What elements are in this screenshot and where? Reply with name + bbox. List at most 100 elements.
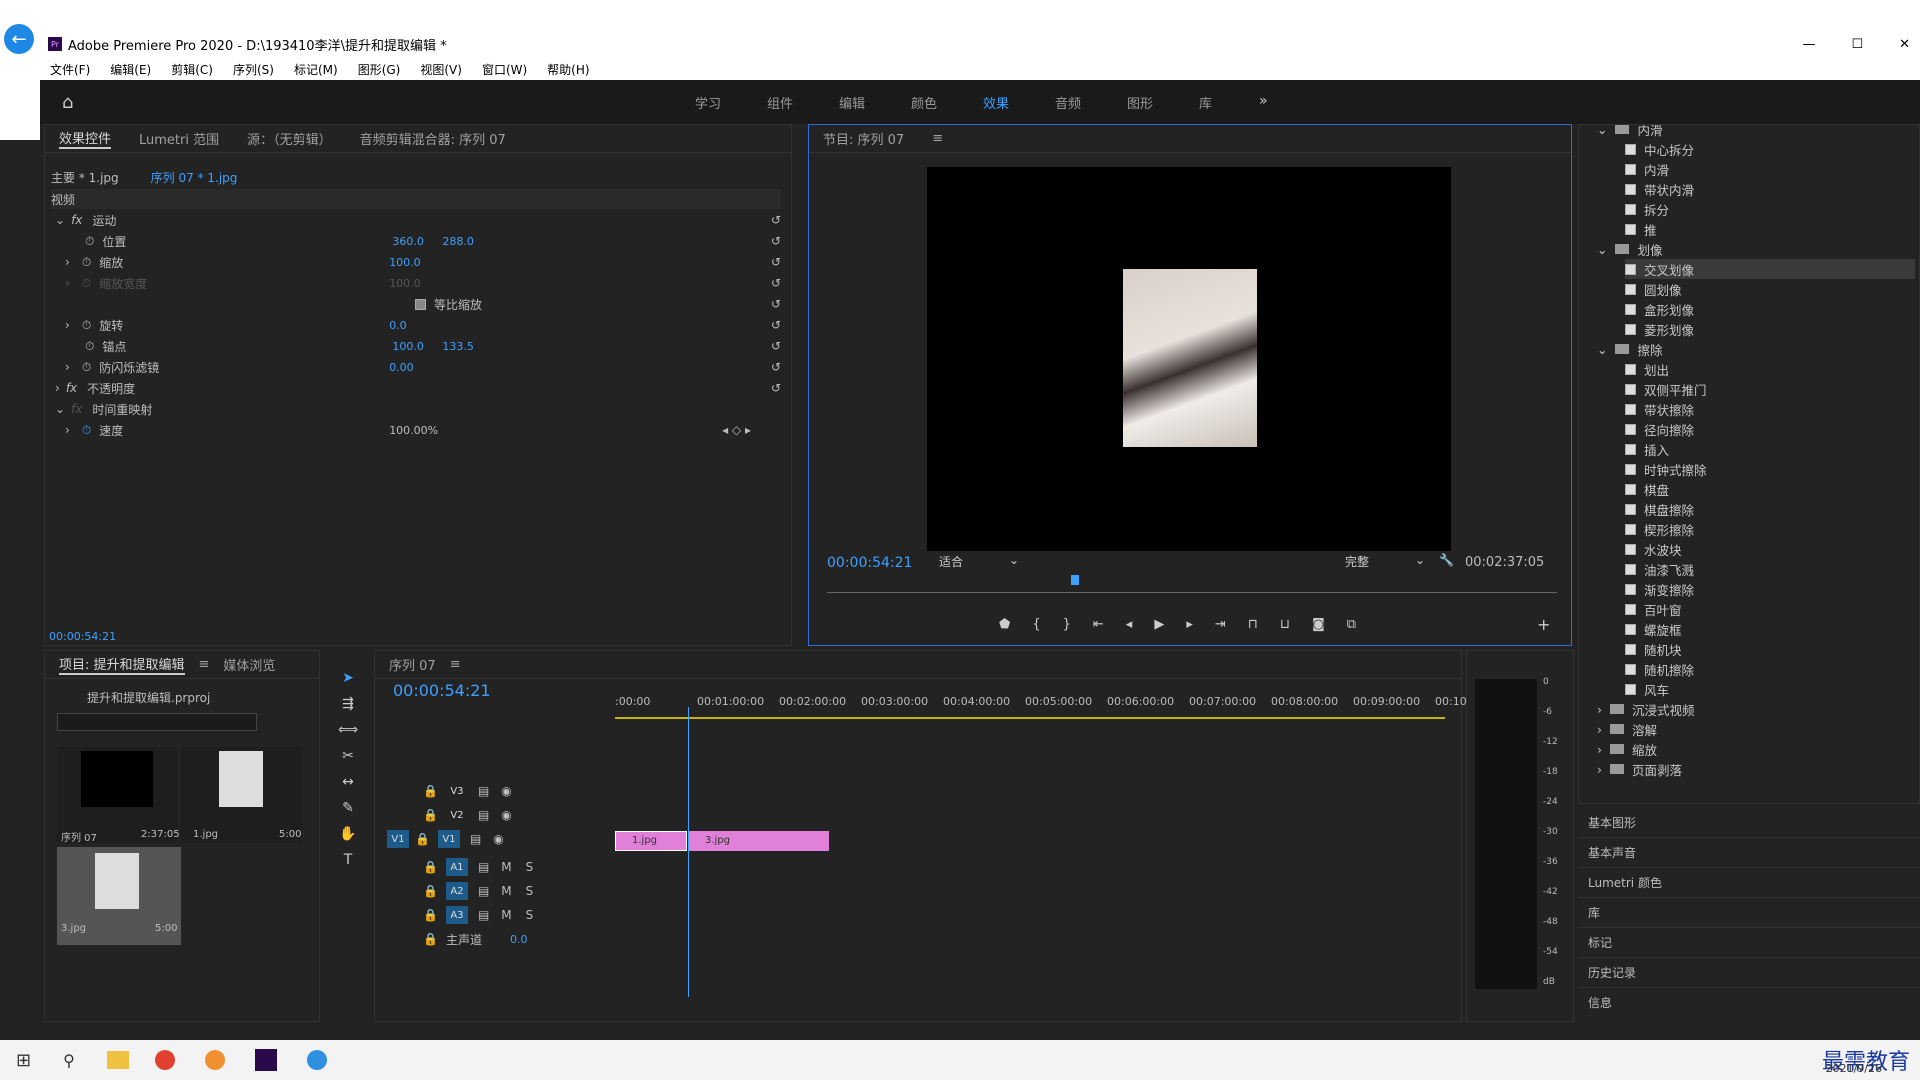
more-workspaces-icon[interactable]: »: [1259, 93, 1268, 112]
ws-editing[interactable]: 编辑: [839, 93, 911, 112]
ws-color[interactable]: 颜色: [911, 93, 983, 112]
position-y[interactable]: 288.0: [442, 235, 474, 248]
panel-lumetri-color[interactable]: Lumetri 颜色: [1578, 868, 1920, 898]
effect-item[interactable]: 带状内滑: [1625, 179, 1915, 199]
tab-project[interactable]: 项目: 提升和提取编辑: [59, 654, 185, 675]
program-timeline-scrubber[interactable]: [827, 579, 1557, 593]
effect-item[interactable]: 棋盘: [1625, 479, 1915, 499]
reset-icon[interactable]: ↺: [771, 213, 781, 227]
selection-tool-icon[interactable]: ➤: [342, 670, 354, 686]
menu-edit[interactable]: 编辑(E): [110, 61, 151, 78]
clip-3jpg[interactable]: 3.jpg: [689, 831, 829, 851]
effect-folder[interactable]: › 缩放: [1597, 739, 1657, 759]
menu-file[interactable]: 文件(F): [50, 61, 90, 78]
reset-icon[interactable]: ↺: [771, 381, 781, 395]
chrome-icon[interactable]: [154, 1050, 175, 1070]
scale-value[interactable]: 100.0: [389, 256, 421, 269]
panel-essential-graphics[interactable]: 基本图形: [1578, 808, 1920, 838]
program-current-time[interactable]: 00:00:54:21: [827, 555, 912, 571]
effect-item[interactable]: 双侧平推门: [1625, 379, 1915, 399]
file-explorer-icon[interactable]: [106, 1051, 129, 1069]
effect-item[interactable]: 棋盘擦除: [1625, 499, 1915, 519]
step-forward-icon[interactable]: ▸: [1186, 617, 1193, 632]
menu-clip[interactable]: 剪辑(C): [171, 61, 213, 78]
track-a2[interactable]: A2: [445, 882, 468, 900]
effect-item[interactable]: 随机块: [1625, 639, 1915, 659]
panel-menu-icon[interactable]: ≡: [450, 657, 461, 672]
mark-in-icon[interactable]: {: [1032, 617, 1040, 632]
effect-item[interactable]: 油漆飞溅: [1625, 559, 1915, 579]
stopwatch-icon[interactable]: ⏱: [85, 234, 94, 249]
pen-tool-icon[interactable]: ✎: [342, 800, 354, 816]
effect-folder[interactable]: ⌄ 划像: [1597, 239, 1663, 259]
reset-icon[interactable]: ↺: [771, 255, 781, 269]
effect-item[interactable]: 螺旋框: [1625, 619, 1915, 639]
step-back-icon[interactable]: ◂: [1126, 617, 1133, 632]
tab-audio-mixer[interactable]: 音频剪辑混合器: 序列 07: [360, 129, 506, 148]
ws-effects[interactable]: 效果: [983, 93, 1055, 112]
tab-effect-controls[interactable]: 效果控件: [59, 128, 112, 149]
effect-item[interactable]: 径向擦除: [1625, 419, 1915, 439]
panel-essential-sound[interactable]: 基本声音: [1578, 838, 1920, 868]
effect-item[interactable]: 菱形划像: [1625, 319, 1915, 339]
reset-icon[interactable]: ↺: [771, 318, 781, 332]
stopwatch-icon[interactable]: ⏱: [82, 360, 91, 375]
effect-item[interactable]: 水波块: [1625, 539, 1915, 559]
menu-window[interactable]: 窗口(W): [482, 61, 527, 78]
hand-tool-icon[interactable]: ✋: [339, 826, 356, 842]
track-select-tool-icon[interactable]: ⇶: [342, 696, 354, 712]
anchor-x[interactable]: 100.0: [392, 340, 442, 353]
add-button-icon[interactable]: +: [1537, 615, 1550, 634]
rotation-value[interactable]: 0.0: [389, 319, 407, 332]
effect-item[interactable]: 楔形擦除: [1625, 519, 1915, 539]
playhead-marker[interactable]: [1071, 575, 1079, 585]
reset-icon[interactable]: ↺: [771, 339, 781, 353]
speed-value[interactable]: 100.00%: [389, 424, 438, 437]
quality-dropdown[interactable]: 完整 ⌄: [1345, 553, 1425, 571]
maximize-icon[interactable]: ☐: [1851, 37, 1863, 52]
effect-item[interactable]: 推: [1625, 219, 1915, 239]
track-a1[interactable]: A1: [445, 858, 468, 876]
fit-dropdown[interactable]: 适合 ⌄: [939, 553, 1019, 571]
effect-item[interactable]: 带状擦除: [1625, 399, 1915, 419]
mark-out-icon[interactable]: }: [1063, 617, 1071, 632]
menu-sequence[interactable]: 序列(S): [233, 61, 274, 78]
uniform-scale-checkbox[interactable]: [415, 298, 426, 310]
track-v2[interactable]: V2: [446, 806, 468, 824]
minimize-icon[interactable]: —: [1802, 37, 1815, 52]
reset-icon[interactable]: ↺: [771, 276, 781, 290]
ie-icon[interactable]: [306, 1050, 327, 1070]
menu-marker[interactable]: 标记(M): [294, 61, 338, 78]
menu-graphics[interactable]: 图形(G): [358, 61, 401, 78]
add-marker-icon[interactable]: ⬟: [999, 617, 1010, 632]
master-value[interactable]: 0.0: [510, 933, 528, 946]
effect-item[interactable]: 插入: [1625, 439, 1915, 459]
effect-item[interactable]: 内滑: [1625, 159, 1915, 179]
menu-view[interactable]: 视图(V): [420, 61, 462, 78]
home-icon[interactable]: ⌂: [62, 92, 73, 113]
effect-item[interactable]: 风车: [1625, 679, 1915, 699]
track-a3[interactable]: A3: [445, 906, 468, 924]
effect-item[interactable]: 渐变擦除: [1625, 579, 1915, 599]
effect-folder[interactable]: › 溶解: [1597, 719, 1657, 739]
effect-folder[interactable]: ⌄ 擦除: [1597, 339, 1663, 359]
tab-source[interactable]: 源：（无剪辑）: [247, 129, 332, 148]
effect-item[interactable]: 圆划像: [1625, 279, 1915, 299]
panel-libraries[interactable]: 库: [1578, 898, 1920, 928]
premiere-taskbar-icon[interactable]: [254, 1049, 277, 1071]
stopwatch-icon[interactable]: ⏱: [82, 318, 91, 333]
ws-graphics[interactable]: 图形: [1127, 93, 1199, 112]
ws-learn[interactable]: 学习: [695, 93, 767, 112]
effect-item[interactable]: 百叶窗: [1625, 599, 1915, 619]
effect-item[interactable]: 交叉划像: [1625, 259, 1915, 279]
anchor-y[interactable]: 133.5: [442, 340, 474, 353]
menu-help[interactable]: 帮助(H): [547, 61, 589, 78]
slip-tool-icon[interactable]: ↔: [342, 774, 354, 790]
effect-item[interactable]: 划出: [1625, 359, 1915, 379]
project-search-input[interactable]: [57, 713, 257, 731]
panel-menu-icon[interactable]: ≡: [932, 131, 943, 146]
track-v1[interactable]: V1: [437, 830, 460, 848]
go-to-out-icon[interactable]: ⇥: [1215, 617, 1226, 632]
tab-media-browser[interactable]: 媒体浏览: [223, 655, 275, 674]
effect-folder[interactable]: › 页面剥落: [1597, 759, 1682, 779]
